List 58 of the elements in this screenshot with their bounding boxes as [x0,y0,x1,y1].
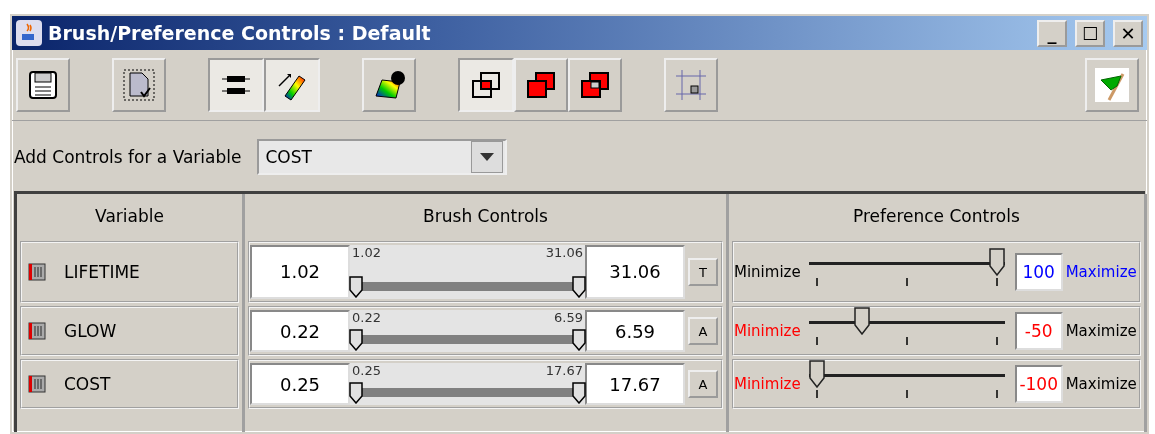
variable-dropdown[interactable]: COST [257,139,508,175]
range-min-label: 0.22 [352,309,381,325]
window-control-button[interactable]: ☐ [1075,19,1105,47]
minimize-label: Minimize [734,322,801,340]
window-title: Brush/Preference Controls : Default [48,22,432,44]
column-header: Preference Controls [851,205,1021,228]
slider-thumb[interactable] [988,248,1005,276]
preference-value-field[interactable]: 100 [1014,253,1063,291]
maximize-label: Maximize [1065,322,1137,340]
min-value-field[interactable]: 0.25 [250,362,350,406]
min-value-field[interactable]: 1.02 [250,245,350,299]
coffee-cup-icon [16,20,42,46]
toolbar-button[interactable] [362,58,416,112]
max-value-field[interactable]: 31.06 [585,245,685,299]
toolbar-button[interactable] [16,58,70,112]
toolbar-button[interactable] [458,58,514,112]
range-max-label: 17.67 [545,362,583,378]
column-header: Brush Controls [422,205,549,228]
minimize-label: Minimize [734,263,801,281]
maximize-label: Maximize [1065,375,1137,393]
min-value-field[interactable]: 0.22 [250,309,350,353]
range-slider[interactable]: 0.25 17.67 [350,362,585,406]
range-min-label: 1.02 [352,245,381,261]
toolbar-button[interactable] [514,58,568,112]
mode-button[interactable]: A [688,317,718,345]
variable-toggle-icon [28,263,46,281]
document-check-icon [122,68,156,102]
variable-name: COST [64,374,111,394]
max-value-field[interactable]: 6.59 [585,309,685,353]
preference-value-field[interactable]: -100 [1014,365,1063,403]
maximize-label: Maximize [1065,263,1137,281]
variable-toggle-icon [28,375,46,393]
range-slider[interactable]: 1.02 31.06 [350,245,585,299]
variable-toggle-icon [28,322,46,340]
variable-name: LIFETIME [64,262,140,282]
range-min-label: 0.25 [352,362,381,378]
color-shape-icon [372,68,406,102]
window-control-button[interactable]: ✕ [1113,19,1143,47]
frame-icon [674,68,708,102]
range-slider[interactable]: 0.22 6.59 [350,309,585,353]
max-value-field[interactable]: 17.67 [585,362,685,406]
flag-icon [1095,68,1129,102]
window-control-button[interactable]: _ [1037,19,1067,47]
caret-icon [480,153,495,161]
slider-thumb[interactable] [808,360,825,388]
add-controls-label: Add Controls for a Variable [14,147,242,167]
minimize-label: Minimize [734,375,801,393]
mode-button[interactable]: T [688,258,718,286]
variable-name: GLOW [64,321,117,341]
range-max-label: 6.59 [554,309,583,325]
mode-button[interactable]: A [688,370,718,398]
column-header: Variable [94,205,165,228]
slider-thumb[interactable] [853,307,870,335]
toolbar-button[interactable] [208,58,264,112]
preference-value-field[interactable]: -50 [1014,312,1063,350]
toolbar-button[interactable] [264,58,320,112]
range-max-label: 31.06 [545,245,583,261]
toolbar-button[interactable] [568,58,622,112]
